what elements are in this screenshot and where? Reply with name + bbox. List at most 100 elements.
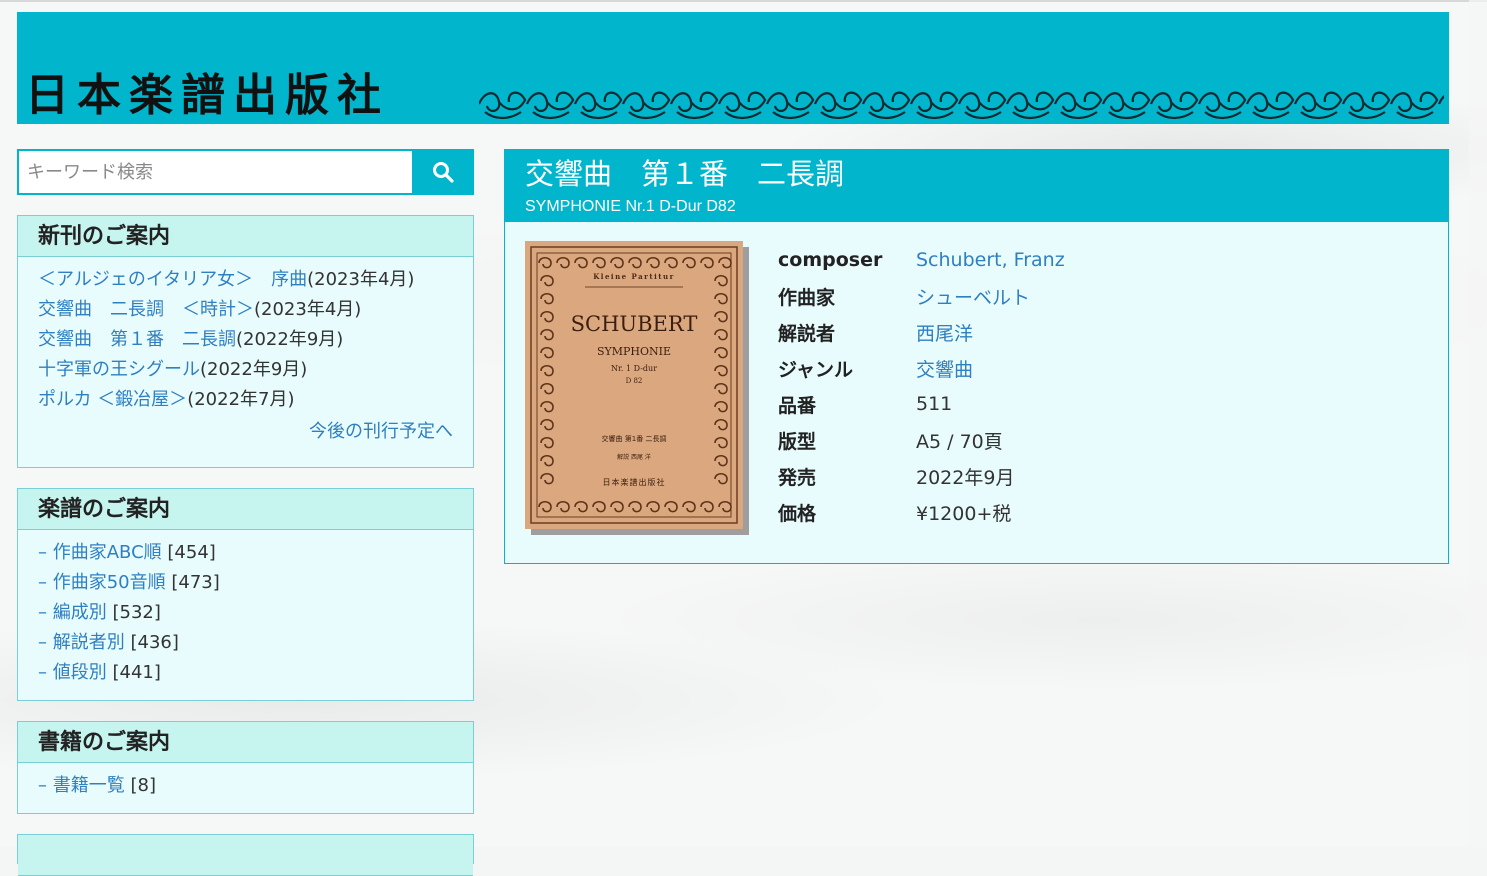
product-subtitle: SYMPHONIE Nr.1 D-Dur D82 bbox=[525, 198, 736, 215]
cover-swirl bbox=[538, 500, 552, 513]
cover-swirl bbox=[540, 436, 554, 449]
new-releases-panel: 新刊のご案内 ＜アルジェのイタリア女＞ 序曲(2023年4月) 交響曲 二長調 … bbox=[17, 215, 474, 468]
category-link[interactable]: 書籍一覧 bbox=[53, 775, 125, 796]
cover-swirl bbox=[700, 500, 714, 513]
cover-image: Kleine Partitur SCHUBERT SYMPHONIE Nr. 1… bbox=[525, 241, 743, 529]
genre-link[interactable]: 交響曲 bbox=[916, 355, 973, 382]
category-link[interactable]: 編成別 bbox=[53, 602, 107, 623]
list-item: ＜アルジェのイタリア女＞ 序曲(2023年4月) bbox=[38, 265, 453, 295]
cover-swirl bbox=[540, 472, 554, 485]
list-item: ポルカ ＜鍛冶屋＞(2022年7月) bbox=[38, 385, 453, 415]
release-link[interactable]: 十字軍の王シグール bbox=[38, 359, 200, 380]
category-link[interactable]: 作曲家50音順 bbox=[53, 572, 166, 593]
list-item: 十字軍の王シグール(2022年9月) bbox=[38, 355, 453, 385]
category-link[interactable]: 値段別 bbox=[53, 662, 107, 683]
search-input[interactable] bbox=[17, 149, 412, 195]
commentator-link[interactable]: 西尾洋 bbox=[916, 319, 973, 346]
panel-title: 書籍のご案内 bbox=[18, 722, 473, 763]
cover-swirl bbox=[646, 256, 660, 269]
cover-swirl bbox=[682, 500, 696, 513]
next-panel bbox=[17, 834, 474, 876]
books-panel: 書籍のご案内 – 書籍一覧 [8] bbox=[17, 721, 474, 814]
spec-table: composer Schubert, Franz 作曲家 シューベルト 解説者 西尾洋… bbox=[778, 242, 1378, 530]
dash-bullet: – bbox=[38, 662, 53, 683]
cover-swirl bbox=[714, 274, 728, 287]
ornament-swirl bbox=[479, 91, 1444, 120]
cover-swirl bbox=[540, 328, 554, 341]
cover-number: Nr. 1 D-dur bbox=[611, 364, 657, 373]
cover-swirl bbox=[610, 256, 624, 269]
cover-swirl bbox=[540, 346, 554, 359]
category-link[interactable]: 作曲家ABC順 bbox=[53, 542, 162, 563]
score-cover[interactable]: Kleine Partitur SCHUBERT SYMPHONIE Nr. 1… bbox=[525, 241, 751, 535]
cover-publisher: 日本楽譜出版社 bbox=[603, 477, 666, 487]
cover-swirl bbox=[540, 400, 554, 413]
dash-bullet: – bbox=[38, 542, 53, 563]
cover-jp-commentator: 解説 西尾 洋 bbox=[617, 453, 651, 461]
spec-row-commentator: 解説者 西尾洋 bbox=[778, 314, 1378, 350]
format-value: A5 / 70頁 bbox=[916, 430, 1003, 453]
cover-swirl bbox=[714, 292, 728, 305]
upcoming-releases-link[interactable]: 今後の刊行予定へ bbox=[38, 417, 453, 447]
cover-swirl bbox=[714, 418, 728, 431]
cover-swirl bbox=[682, 256, 696, 269]
cover-art: Kleine Partitur SCHUBERT SYMPHONIE Nr. 1… bbox=[530, 246, 738, 524]
list-item: – 編成別 [532] bbox=[38, 598, 453, 628]
cover-swirl bbox=[714, 364, 728, 377]
release-value: 2022年9月 bbox=[916, 466, 1015, 489]
cover-swirl bbox=[540, 364, 554, 377]
scores-list: – 作曲家ABC順 [454] – 作曲家50音順 [473] – 編成別 [5… bbox=[18, 530, 473, 688]
dash-bullet: – bbox=[38, 775, 53, 796]
cover-swirl bbox=[592, 500, 606, 513]
dash-bullet: – bbox=[38, 602, 53, 623]
ornament-border bbox=[479, 91, 1444, 120]
list-item: – 作曲家ABC順 [454] bbox=[38, 538, 453, 568]
cover-swirl bbox=[714, 436, 728, 449]
list-item: 交響曲 第１番 二長調(2022年9月) bbox=[38, 325, 453, 355]
release-link[interactable]: ＜アルジェのイタリア女＞ 序曲 bbox=[38, 269, 307, 290]
list-item: – 値段別 [441] bbox=[38, 658, 453, 688]
cover-swirl bbox=[718, 500, 732, 513]
release-link[interactable]: 交響曲 第１番 二長調 bbox=[38, 329, 236, 350]
cover-catalog: D 82 bbox=[626, 377, 643, 385]
cover-series: Kleine Partitur bbox=[593, 272, 675, 281]
release-link[interactable]: 交響曲 二長調 ＜時計＞ bbox=[38, 299, 254, 320]
list-item: 交響曲 二長調 ＜時計＞(2023年4月) bbox=[38, 295, 453, 325]
release-link[interactable]: ポルカ ＜鍛冶屋＞ bbox=[38, 389, 187, 410]
cover-swirl bbox=[628, 256, 642, 269]
cover-swirl bbox=[556, 500, 570, 513]
cover-swirl bbox=[592, 256, 606, 269]
cover-composer: SCHUBERT bbox=[571, 312, 698, 336]
cover-swirl bbox=[540, 418, 554, 431]
category-link[interactable]: 解説者別 bbox=[53, 632, 125, 653]
new-releases-list: ＜アルジェのイタリア女＞ 序曲(2023年4月) 交響曲 二長調 ＜時計＞(20… bbox=[18, 257, 473, 447]
cover-swirl bbox=[714, 382, 728, 395]
item-number-value: 511 bbox=[916, 393, 953, 415]
item-count: [454] bbox=[167, 542, 216, 563]
spec-row-price: 価格 ¥1200+税 bbox=[778, 494, 1378, 530]
product-header: 交響曲 第１番 二長調 SYMPHONIE Nr.1 D-Dur D82 bbox=[505, 150, 1448, 222]
dash-bullet: – bbox=[38, 632, 53, 653]
cover-swirl bbox=[628, 500, 642, 513]
cover-swirl bbox=[700, 256, 714, 269]
price-value: ¥1200+税 bbox=[916, 502, 1012, 525]
spec-row-composer: composer Schubert, Franz bbox=[778, 242, 1378, 278]
product-card: 交響曲 第１番 二長調 SYMPHONIE Nr.1 D-Dur D82 Kle… bbox=[504, 149, 1449, 564]
site-logo[interactable]: 日本楽譜出版社 bbox=[25, 70, 389, 122]
top-border bbox=[0, 0, 1487, 2]
cover-swirl bbox=[540, 310, 554, 323]
composer-link[interactable]: Schubert, Franz bbox=[916, 249, 1065, 271]
cover-swirl bbox=[718, 256, 732, 269]
panel-title: 楽譜のご案内 bbox=[18, 489, 473, 530]
spec-label: 解説者 bbox=[778, 322, 836, 345]
cover-swirl bbox=[540, 292, 554, 305]
spec-label: 版型 bbox=[778, 430, 817, 453]
scrollbar[interactable] bbox=[1469, 0, 1487, 847]
panel-title: 新刊のご案内 bbox=[18, 216, 473, 257]
release-date: (2023年4月) bbox=[307, 269, 415, 290]
composer-jp-link[interactable]: シューベルト bbox=[916, 283, 1030, 310]
search-button[interactable] bbox=[412, 149, 474, 195]
spec-row-item-number: 品番 511 bbox=[778, 386, 1378, 422]
spec-label: 品番 bbox=[778, 394, 817, 417]
release-date: (2022年9月) bbox=[236, 329, 344, 350]
